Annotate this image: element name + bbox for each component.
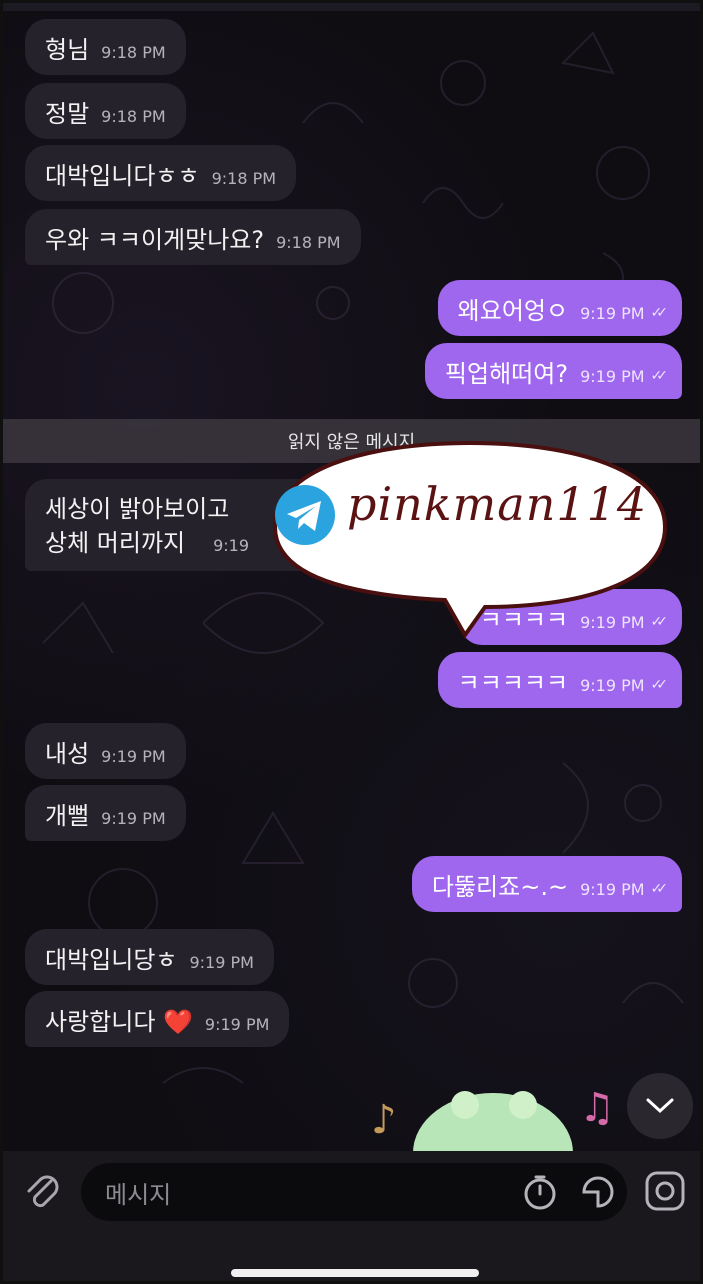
message-text: 정말: [45, 99, 90, 128]
incoming-message[interactable]: 대박입니다ㅎㅎ 9:18 PM: [25, 145, 297, 201]
message-time: 9:19 PM ✓✓: [580, 303, 669, 323]
outgoing-message[interactable]: 픽업해떠여? 9:19 PM ✓✓: [424, 343, 682, 399]
message-time: 9:18 PM: [101, 106, 166, 126]
camera-icon[interactable]: [643, 1169, 687, 1213]
outgoing-message[interactable]: 다뚫리죠~.~ 9:19 PM ✓✓: [411, 856, 682, 912]
message-time: 9:19 PM ✓✓: [580, 366, 669, 386]
message-time: 9:19 PM: [204, 1014, 270, 1034]
incoming-message[interactable]: 우와 ㅋㅋ이게맞나요? 9:18 PM: [25, 209, 361, 265]
message-time: 9:19 PM: [101, 808, 166, 828]
incoming-message[interactable]: 형님 9:18 PM: [25, 19, 186, 75]
message-text: ㅋㅋㅋㅋㅋ: [457, 668, 569, 697]
message-text: 사랑합니다 ❤️: [45, 1007, 193, 1036]
watermark-text: pinkman114: [347, 477, 648, 531]
message-text: 다뚫리죠~.~: [431, 872, 569, 901]
home-indicator: [231, 1269, 479, 1277]
message-text: 픽업해떠여?: [444, 359, 569, 388]
message-text: 대박입니당ㅎ: [45, 945, 178, 974]
outgoing-message[interactable]: ㅋㅋㅋㅋㅋ 9:19 PM ✓✓: [437, 652, 682, 708]
music-note-icon: ♪: [371, 1097, 397, 1143]
incoming-message[interactable]: 정말 9:18 PM: [25, 83, 186, 139]
frog-sticker: ♪ ♫: [371, 1085, 615, 1153]
read-checkmark-icon: ✓✓: [650, 677, 669, 693]
message-time: 9:19 PM: [101, 746, 166, 766]
message-time: 9:18 PM: [211, 168, 277, 188]
message-text: 개뻘: [45, 801, 90, 830]
message-time: 9:19: [213, 535, 250, 555]
message-text-line: 상체 머리까지 9:19: [45, 528, 250, 557]
message-text: 대박입니다ㅎㅎ: [45, 161, 200, 190]
incoming-message[interactable]: 대박입니당ㅎ 9:19 PM: [25, 929, 274, 985]
message-text: 왜요어엉ㅇ: [457, 296, 569, 325]
timer-icon[interactable]: [521, 1173, 559, 1211]
message-time: 9:18 PM: [276, 232, 341, 252]
read-checkmark-icon: ✓✓: [650, 368, 669, 384]
chevron-down-icon: [646, 1098, 674, 1114]
message-time: 9:19 PM ✓✓: [580, 675, 669, 695]
message-time: 9:19 PM ✓✓: [580, 879, 669, 899]
message-text-line: 세상이 밝아보이고: [45, 494, 230, 523]
chat-screen: 형님 9:18 PM 정말 9:18 PM 대박입니다ㅎㅎ 9:18 PM 우와…: [0, 0, 703, 1284]
scroll-down-button[interactable]: [627, 1073, 693, 1139]
telegram-icon: [275, 485, 335, 545]
message-text: 내성: [45, 739, 90, 768]
sticker-icon[interactable]: [579, 1173, 617, 1211]
message-text: 형님: [45, 35, 90, 64]
outgoing-message[interactable]: 왜요어엉ㅇ 9:19 PM ✓✓: [437, 280, 682, 336]
incoming-message[interactable]: 사랑합니다 ❤️ 9:19 PM: [25, 991, 290, 1047]
read-checkmark-icon: ✓✓: [650, 305, 669, 321]
music-note-icon: ♫: [579, 1085, 615, 1131]
message-text: 우와 ㅋㅋ이게맞나요?: [45, 225, 265, 254]
incoming-message[interactable]: 내성 9:19 PM: [25, 723, 186, 779]
paperclip-icon[interactable]: [21, 1169, 65, 1213]
message-time: 9:18 PM: [101, 42, 166, 62]
incoming-message[interactable]: 개뻘 9:19 PM: [25, 785, 186, 841]
read-checkmark-icon: ✓✓: [650, 881, 669, 897]
watermark-badge: pinkman114: [255, 435, 685, 640]
message-time: 9:19 PM: [189, 952, 254, 972]
